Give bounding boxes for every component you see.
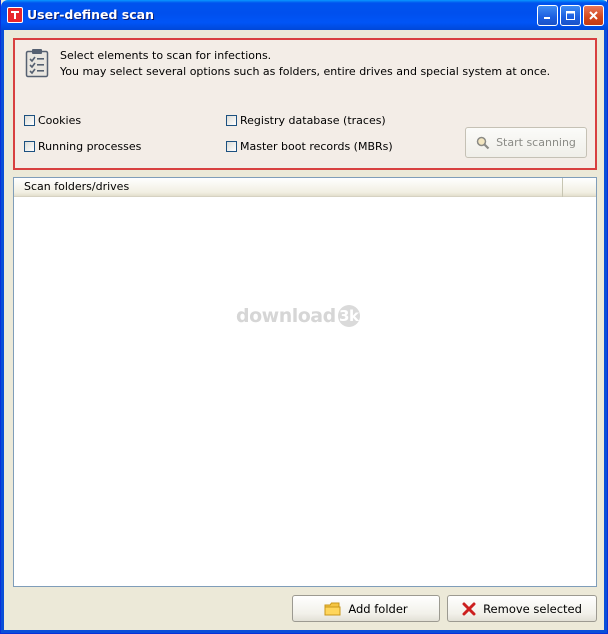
close-button[interactable]: [583, 5, 604, 26]
app-logo-icon: [7, 7, 23, 23]
red-x-icon: [462, 602, 476, 616]
maximize-icon: [566, 11, 575, 20]
checkbox-label: Registry database (traces): [240, 114, 386, 127]
column-header-filler: [564, 178, 596, 197]
description-line-2: You may select several options such as f…: [60, 65, 551, 78]
scan-options-panel: Select elements to scan for infections. …: [13, 38, 597, 170]
title-bar[interactable]: User-defined scan: [1, 0, 608, 30]
list-header: Scan folders/drives: [14, 178, 596, 197]
master-boot-records-checkbox[interactable]: Master boot records (MBRs): [226, 140, 393, 153]
description-line-1: Select elements to scan for infections.: [60, 49, 272, 62]
running-processes-checkbox[interactable]: Running processes: [24, 140, 141, 153]
start-scanning-label: Start scanning: [496, 136, 576, 149]
remove-selected-button[interactable]: Remove selected: [447, 595, 597, 622]
maximize-button[interactable]: [560, 5, 581, 26]
watermark-badge: 3k: [337, 305, 360, 327]
folder-icon: [324, 602, 341, 616]
watermark-logo: download 3k: [236, 305, 360, 327]
close-icon: [589, 11, 598, 20]
checkbox-label: Cookies: [38, 114, 82, 127]
checkbox-box[interactable]: [226, 115, 237, 126]
cookies-checkbox[interactable]: Cookies: [24, 114, 81, 127]
scan-folders-list[interactable]: Scan folders/drives download 3k: [13, 177, 597, 587]
watermark-text: download: [236, 305, 336, 327]
minimize-icon: [544, 17, 550, 19]
column-header-scan-folders[interactable]: Scan folders/drives: [14, 178, 563, 197]
window-title: User-defined scan: [27, 7, 154, 22]
checkbox-box[interactable]: [24, 141, 35, 152]
registry-database-checkbox[interactable]: Registry database (traces): [226, 114, 386, 127]
start-scanning-button[interactable]: Start scanning: [465, 127, 587, 158]
user-defined-scan-window: User-defined scan Select elements to sca…: [0, 0, 608, 634]
clipboard-checklist-icon: [25, 49, 49, 78]
checkbox-box[interactable]: [226, 141, 237, 152]
window-bottom-border: [1, 630, 607, 633]
minimize-button[interactable]: [537, 5, 558, 26]
checkbox-label: Master boot records (MBRs): [240, 140, 393, 153]
add-folder-label: Add folder: [348, 601, 408, 616]
add-folder-button[interactable]: Add folder: [292, 595, 440, 622]
remove-selected-label: Remove selected: [483, 601, 582, 616]
checkbox-box[interactable]: [24, 115, 35, 126]
checkbox-label: Running processes: [38, 140, 142, 153]
magnifier-icon: [476, 136, 490, 149]
